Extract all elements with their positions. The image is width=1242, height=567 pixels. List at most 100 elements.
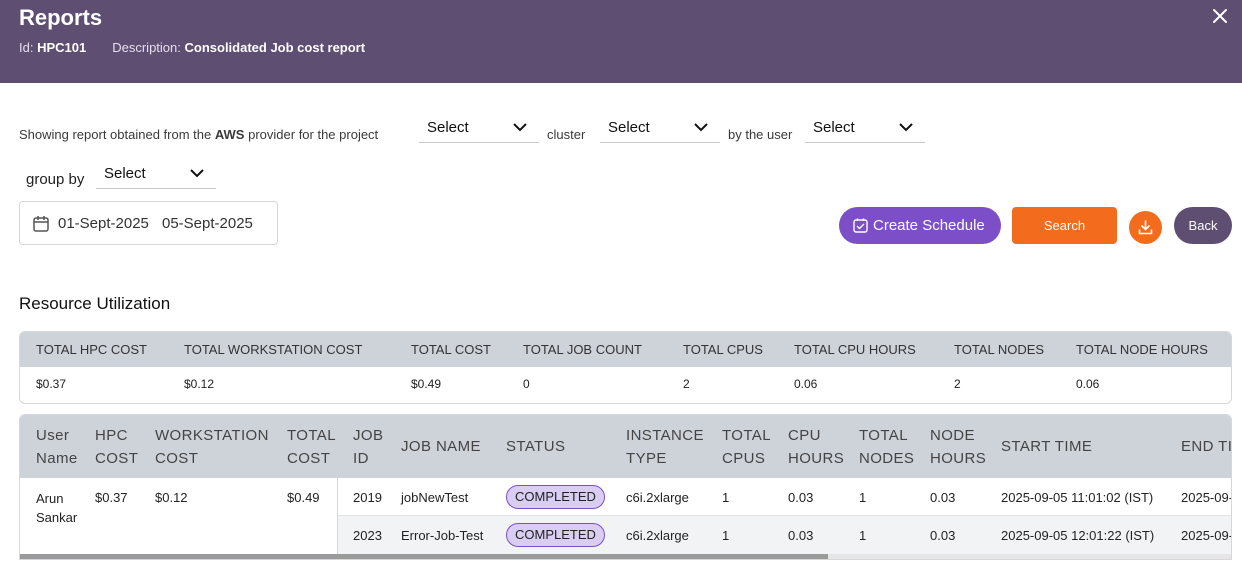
header-line: User: [36, 427, 70, 444]
search-button[interactable]: Search: [1012, 207, 1117, 244]
download-icon: [1138, 220, 1153, 235]
summary-header: TOTAL COST: [411, 342, 491, 357]
user-select[interactable]: Select: [805, 113, 925, 143]
total-cpus-cell: 1: [722, 528, 730, 543]
filter-text-cluster: cluster: [547, 127, 586, 142]
project-select[interactable]: Select: [419, 113, 539, 143]
date-end: 05-Sept-2025: [162, 215, 253, 232]
download-button[interactable]: [1129, 211, 1162, 244]
header-line: WORKSTATION: [155, 427, 269, 444]
date-range-picker[interactable]: 01-Sept-2025 05-Sept-2025: [19, 201, 278, 245]
description-value: Consolidated Job cost report: [184, 40, 366, 55]
header-line: HPC: [95, 427, 128, 444]
date-start: 01-Sept-2025: [58, 215, 149, 232]
filter-text-prefix: Showing report obtained from the: [19, 127, 212, 142]
header-line: INSTANCE: [626, 427, 704, 444]
summary-value: 0: [523, 377, 530, 391]
header-line: TOTAL: [859, 427, 908, 444]
summary-value: $0.37: [36, 377, 67, 391]
chevron-down-icon: [190, 169, 204, 178]
column-header-end-time: END TIME: [1181, 438, 1232, 455]
column-header-job-name: JOB NAME: [401, 438, 481, 455]
header-line: Name: [36, 450, 78, 467]
summary-value: 0.06: [1076, 377, 1100, 391]
header-line: NODE: [930, 427, 975, 444]
summary-header: TOTAL CPUS: [683, 342, 763, 357]
start-time-cell: 2025-09-05 11:01:02 (IST): [1001, 490, 1154, 505]
column-header-start-time: START TIME: [1001, 438, 1093, 455]
summary-value: $0.49: [411, 377, 442, 391]
column-header-node-hours: NODE HOURS: [930, 424, 986, 470]
filter-sentence: Showing report obtained from the AWS pro…: [19, 127, 378, 142]
header-line: COST: [155, 450, 199, 467]
id-label: Id:: [19, 40, 34, 55]
header-line: TOTAL: [722, 427, 771, 444]
summary-header: TOTAL NODE HOURS: [1076, 342, 1208, 357]
summary-header: TOTAL HPC COST: [36, 342, 147, 357]
column-header-workstation-cost: WORKSTATION COST: [155, 424, 269, 470]
back-button[interactable]: Back: [1174, 207, 1232, 244]
header-line: COST: [95, 450, 139, 467]
header-line: NODES: [859, 450, 915, 467]
group-by-select[interactable]: Select: [96, 159, 216, 189]
job-name-cell: jobNewTest: [401, 490, 469, 505]
group-select-value: Select: [104, 165, 146, 182]
total-nodes-cell: 1: [859, 528, 867, 543]
summary-value: 2: [683, 377, 690, 391]
report-header: Reports Id: HPC101 Description: Consolida…: [0, 0, 1242, 83]
description-label: Description:: [112, 40, 181, 55]
column-header-hpc-cost: HPC COST: [95, 424, 138, 470]
horizontal-scrollbar-thumb[interactable]: [20, 554, 828, 559]
job-id-cell: 2019: [353, 490, 382, 505]
column-header-status: STATUS: [506, 438, 566, 455]
header-line: COST: [287, 450, 331, 467]
column-header-user-name: User Name: [36, 424, 78, 470]
header-line: JOB: [353, 427, 384, 444]
summary-value: 2: [954, 377, 961, 391]
section-title: Resource Utilization: [19, 294, 171, 313]
chevron-down-icon: [694, 123, 708, 132]
column-header-total-nodes: TOTAL NODES: [859, 424, 914, 470]
user-workstation-cost: $0.12: [155, 490, 188, 505]
summary-value: $0.12: [184, 377, 215, 391]
user-name-cell: Arun Sankar: [36, 489, 77, 527]
column-header-instance-type: INSTANCE TYPE: [626, 424, 704, 470]
cluster-select[interactable]: Select: [600, 113, 720, 143]
detail-table: User Name HPC COST WORKSTATION COST TOTA…: [19, 414, 1232, 560]
node-hours-cell: 0.03: [930, 490, 956, 505]
provider-name: AWS: [214, 127, 245, 142]
end-time-cell: 2025-09-05: [1181, 490, 1231, 505]
start-time-cell: 2025-09-05 12:01:22 (IST): [1001, 528, 1155, 543]
end-time-cell: 2025-09-05: [1181, 528, 1231, 543]
header-line: CPU: [788, 427, 821, 444]
summary-header: TOTAL JOB COUNT: [523, 342, 642, 357]
filter-text-group: group by: [26, 171, 85, 188]
report-meta: Id: HPC101 Description: Consolidated Job …: [19, 40, 365, 55]
status-badge: COMPLETED: [506, 485, 605, 509]
column-header-total-cost: TOTAL COST: [287, 424, 336, 470]
user-total-cost: $0.49: [287, 490, 320, 505]
calendar-icon: [33, 216, 49, 232]
header-line: HOURS: [930, 450, 987, 467]
create-schedule-label: Create Schedule: [873, 217, 985, 234]
instance-type-cell: c6i.2xlarge: [626, 528, 689, 543]
create-schedule-button[interactable]: Create Schedule: [839, 207, 1001, 244]
user-select-value: Select: [813, 119, 855, 136]
summary-value: 0.06: [794, 377, 818, 391]
filter-text-project: provider for the project: [248, 127, 379, 142]
cpu-hours-cell: 0.03: [788, 528, 814, 543]
column-header-job-id: JOB ID: [353, 424, 383, 470]
close-icon[interactable]: [1210, 6, 1230, 26]
header-line: ID: [353, 450, 369, 467]
column-header-cpu-hours: CPU HOURS: [788, 424, 844, 470]
summary-header: TOTAL WORKSTATION COST: [184, 342, 363, 357]
cpu-hours-cell: 0.03: [788, 490, 814, 505]
instance-type-cell: c6i.2xlarge: [626, 490, 689, 505]
calendar-check-icon: [853, 218, 868, 233]
job-id-cell: 2023: [353, 528, 382, 543]
job-name-cell: Error-Job-Test: [401, 528, 484, 543]
user-name-line: Sankar: [36, 510, 78, 525]
page-title: Reports: [19, 5, 103, 30]
project-select-value: Select: [427, 119, 469, 136]
id-value: HPC101: [37, 40, 87, 55]
